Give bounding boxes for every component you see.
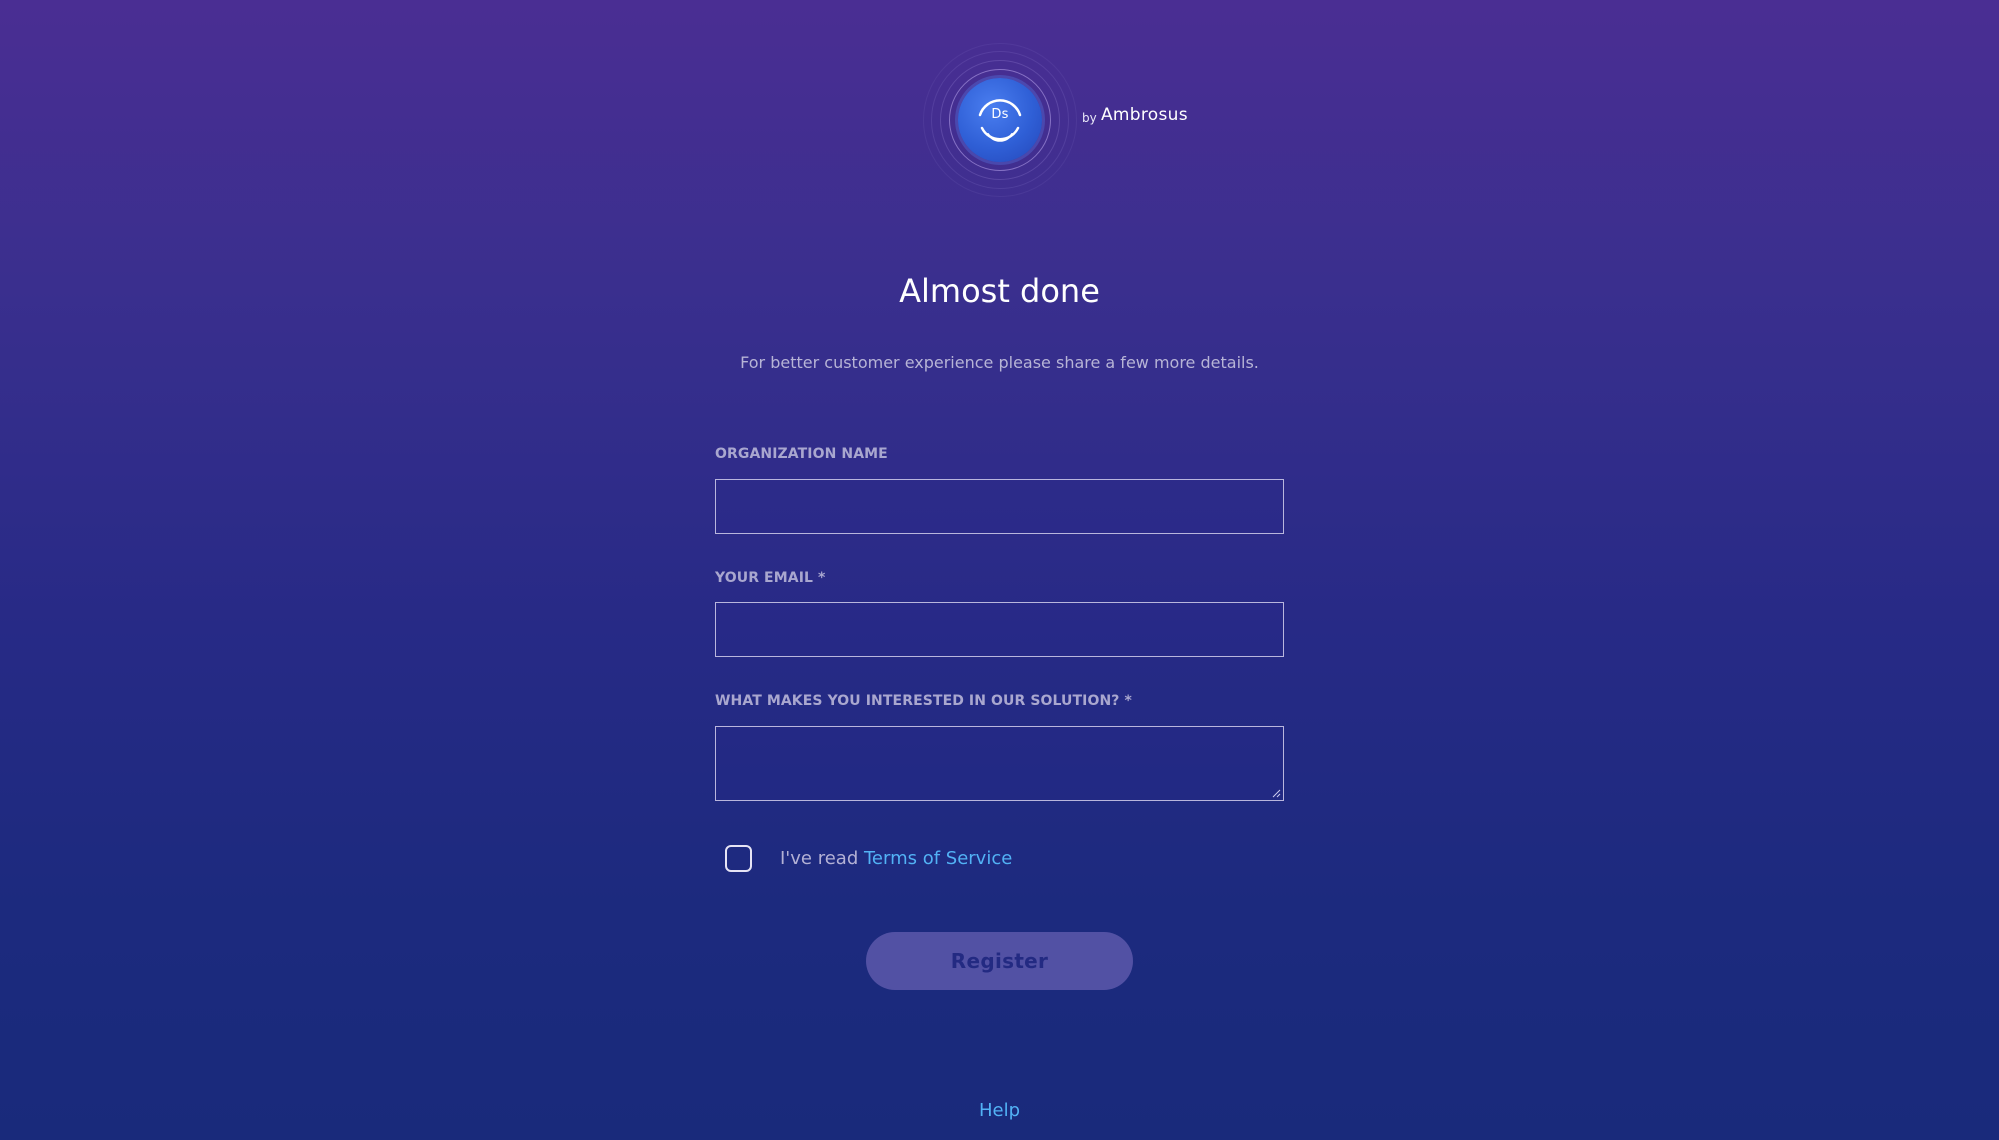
interest-field-box bbox=[715, 726, 1284, 801]
terms-of-service-link[interactable]: Terms of Service bbox=[864, 848, 1012, 869]
terms-prefix: I've read bbox=[780, 848, 859, 869]
email-input[interactable] bbox=[716, 603, 1283, 656]
page-subtitle: For better customer experience please sh… bbox=[740, 353, 1259, 372]
terms-statement: I've read Terms of Service bbox=[780, 848, 1012, 869]
email-field-box bbox=[715, 602, 1284, 657]
organization-name-label: ORGANIZATION NAME bbox=[715, 446, 888, 462]
help-link[interactable]: Help bbox=[0, 1100, 1999, 1121]
interest-textarea[interactable] bbox=[716, 727, 1283, 800]
email-label: YOUR EMAIL * bbox=[715, 570, 826, 586]
register-button[interactable]: Register bbox=[866, 932, 1133, 990]
brand-company-name: Ambrosus bbox=[1101, 105, 1188, 125]
resize-grip-icon[interactable] bbox=[1272, 789, 1281, 798]
brand-by-text: by bbox=[1082, 111, 1097, 125]
organization-name-input[interactable] bbox=[716, 480, 1283, 533]
interest-label: WHAT MAKES YOU INTERESTED IN OUR SOLUTIO… bbox=[715, 693, 1132, 709]
app-logo: Ds bbox=[922, 42, 1078, 198]
terms-checkbox[interactable] bbox=[725, 845, 752, 872]
logo-text: Ds bbox=[991, 107, 1009, 122]
page-title: Almost done bbox=[899, 272, 1100, 310]
organization-name-field-box bbox=[715, 479, 1284, 534]
ds-logo-icon: Ds bbox=[958, 78, 1042, 162]
